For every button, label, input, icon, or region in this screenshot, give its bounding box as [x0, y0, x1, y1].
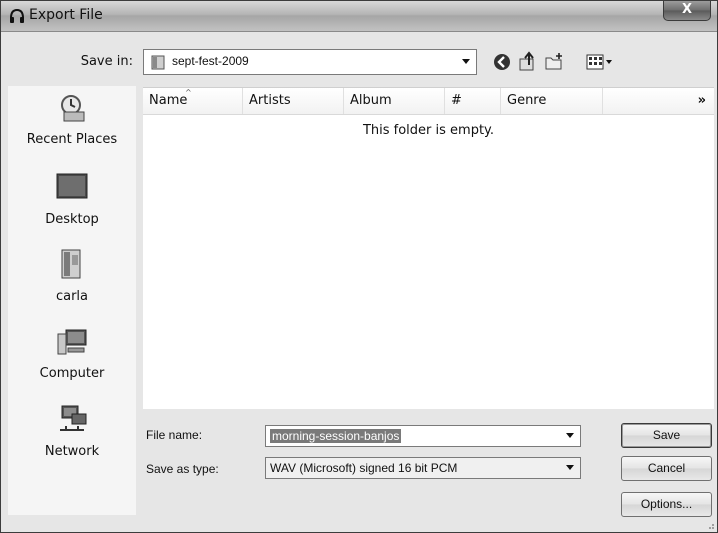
- save-as-type-label: Save as type:: [146, 462, 219, 476]
- save-as-type-dropdown[interactable]: WAV (Microsoft) signed 16 bit PCM: [265, 457, 581, 479]
- chevron-down-icon: [566, 465, 574, 470]
- computer-icon: [57, 329, 87, 355]
- column-header-genre[interactable]: Genre: [501, 88, 603, 114]
- column-headers: Name ^ Artists Album # Genre »: [143, 88, 714, 115]
- save-as-type-value: WAV (Microsoft) signed 16 bit PCM: [270, 461, 458, 475]
- chevron-down-icon[interactable]: [566, 433, 574, 438]
- place-label: Computer: [39, 366, 105, 381]
- close-icon: X: [681, 2, 693, 17]
- back-icon[interactable]: [491, 50, 513, 74]
- save-in-value: sept-fest-2009: [172, 54, 249, 68]
- column-header-artists[interactable]: Artists: [243, 88, 344, 114]
- empty-folder-message: This folder is empty.: [362, 123, 495, 138]
- close-button[interactable]: X: [663, 1, 711, 21]
- options-button[interactable]: Options...: [621, 492, 712, 517]
- column-header-track-number[interactable]: #: [445, 88, 501, 114]
- place-desktop[interactable]: Desktop: [8, 172, 136, 242]
- file-list[interactable]: Name ^ Artists Album # Genre » This fold…: [143, 87, 714, 409]
- sort-up-icon: ^: [185, 88, 192, 97]
- column-header-name[interactable]: Name ^: [143, 88, 243, 114]
- save-in-label: Save in:: [80, 54, 133, 69]
- place-network[interactable]: Network: [8, 404, 136, 474]
- place-label: carla: [55, 289, 89, 304]
- cancel-button[interactable]: Cancel: [621, 456, 712, 481]
- file-name-value: morning-session-banjos: [270, 429, 402, 443]
- folder-icon: [151, 55, 165, 70]
- window-title: Export File: [29, 7, 103, 23]
- save-button[interactable]: Save: [621, 423, 712, 448]
- save-in-dropdown[interactable]: sept-fest-2009: [143, 49, 477, 75]
- resize-grip-icon[interactable]: [705, 520, 715, 530]
- place-carla[interactable]: carla: [8, 249, 136, 319]
- place-recent-places[interactable]: Recent Places: [8, 92, 136, 162]
- place-label: Network: [44, 444, 100, 459]
- chevron-down-icon: [462, 59, 470, 64]
- views-menu-icon[interactable]: [585, 50, 615, 74]
- place-label: Desktop: [45, 212, 99, 227]
- export-file-dialog: Export File X Save in: sept-fest-2009 Re…: [0, 0, 718, 533]
- desktop-icon: [56, 173, 88, 199]
- up-folder-icon[interactable]: [517, 50, 539, 74]
- column-header-album[interactable]: Album: [344, 88, 445, 114]
- place-label: Recent Places: [26, 132, 118, 147]
- places-bar: Recent Places Desktop carla Computer Net…: [8, 86, 136, 515]
- app-icon: [10, 8, 24, 23]
- network-icon: [60, 405, 87, 431]
- file-name-input[interactable]: morning-session-banjos: [265, 425, 581, 447]
- recent-places-icon: [61, 95, 85, 122]
- more-columns-icon[interactable]: »: [698, 93, 706, 108]
- new-folder-icon[interactable]: [543, 50, 565, 74]
- title-bar[interactable]: Export File X: [1, 1, 717, 32]
- place-computer[interactable]: Computer: [8, 326, 136, 396]
- file-name-label: File name:: [146, 428, 203, 442]
- user-folder-icon: [61, 249, 81, 279]
